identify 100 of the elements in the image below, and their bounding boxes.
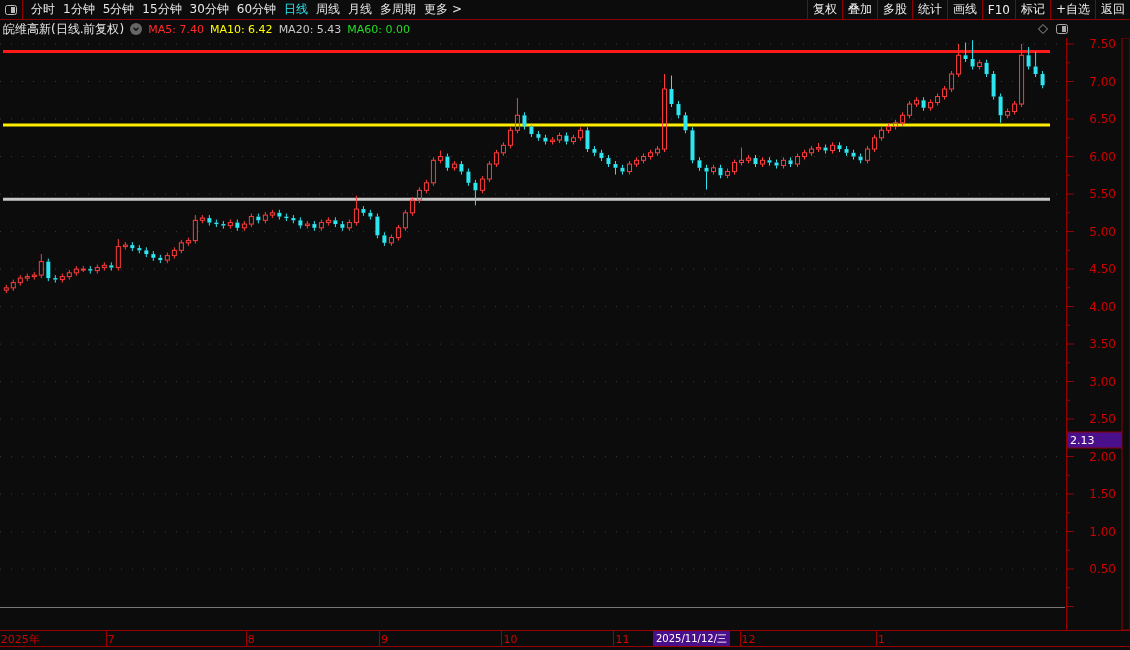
candlestick [473, 179, 478, 206]
price-label: 2.50 [1089, 412, 1116, 427]
period-tab[interactable]: 15分钟 [138, 1, 186, 18]
candlestick [788, 156, 793, 168]
candlestick [122, 241, 128, 251]
candlestick [382, 231, 387, 247]
candlestick [529, 123, 534, 138]
candlestick [325, 216, 331, 227]
candlestick [564, 132, 569, 146]
price-label: 6.50 [1089, 112, 1116, 127]
candlestick [879, 126, 885, 142]
period-tab[interactable]: 5分钟 [98, 1, 139, 18]
candlestick [115, 238, 121, 272]
candlestick [970, 39, 975, 71]
candlestick [921, 96, 926, 112]
panel-toggle-icon[interactable] [1056, 24, 1068, 34]
horizontal-line[interactable] [3, 197, 1050, 201]
candlestick [144, 246, 149, 258]
price-label: 3.50 [1089, 337, 1116, 352]
candlestick [760, 156, 766, 168]
candlestick [613, 160, 618, 176]
toolbar-button[interactable]: 标记 [1014, 0, 1050, 19]
candlestick [592, 145, 597, 157]
candlestick [963, 42, 968, 63]
date-label: 9 [380, 633, 388, 646]
candlestick [844, 145, 849, 157]
candlestick [746, 154, 752, 164]
candlestick [654, 145, 660, 157]
price-label: 1.50 [1089, 487, 1116, 502]
candlestick [830, 141, 836, 155]
candlestick [53, 274, 58, 284]
candlestick [620, 164, 625, 176]
candlestick [556, 132, 562, 144]
candlestick [669, 75, 674, 108]
candlestick [493, 149, 499, 168]
candlestick [837, 141, 842, 153]
toolbar-button[interactable]: 返回 [1095, 0, 1130, 19]
candlestick [361, 205, 366, 217]
candlestick [914, 96, 920, 108]
candlestick [269, 209, 275, 219]
candlestick [661, 73, 667, 153]
candlestick [207, 214, 212, 227]
candlestick [318, 219, 324, 232]
candlestick [10, 279, 16, 292]
candlestick [767, 156, 772, 167]
period-tab[interactable]: 月线 [344, 1, 377, 18]
period-tab[interactable]: 分时 [27, 1, 59, 18]
candlestick [500, 141, 506, 157]
toolbar-button[interactable]: 复权 [806, 0, 842, 19]
candlestick [998, 93, 1003, 124]
candlestick [445, 153, 450, 172]
candlestick [486, 160, 492, 183]
candlestick [1040, 70, 1045, 89]
date-label: 12 [741, 633, 756, 646]
candlestick [872, 134, 878, 153]
candlestick [17, 274, 23, 287]
candlestick [900, 111, 906, 127]
candlestick [375, 213, 380, 239]
toolbar-button[interactable]: F10 [981, 0, 1015, 19]
toolbar-button[interactable]: 多股 [876, 0, 912, 19]
candlestick [192, 214, 198, 245]
candlestick [199, 214, 205, 224]
candlestick [549, 136, 555, 146]
period-tab[interactable]: 1分钟 [59, 1, 99, 18]
candlestick [1012, 100, 1018, 116]
candlestick [24, 273, 30, 282]
candlestick [178, 239, 184, 254]
more-menu[interactable]: 更多 > [420, 1, 466, 18]
toolbar-button[interactable]: 画线 [946, 0, 982, 19]
period-tab[interactable]: 多周期 [376, 1, 421, 18]
candlestick [802, 149, 808, 161]
candlestick [865, 145, 871, 164]
toolbar-button[interactable]: +自选 [1049, 0, 1095, 19]
dropdown-icon[interactable] [130, 23, 143, 35]
period-tab[interactable]: 30分钟 [185, 1, 233, 18]
candlestick [893, 119, 899, 131]
date-label: 10 [503, 633, 518, 646]
period-tab[interactable]: 60分钟 [232, 1, 281, 18]
candlestick [88, 265, 93, 275]
candlestick [928, 99, 934, 112]
toolbar-button[interactable]: 统计 [911, 0, 947, 19]
candlestick [991, 70, 996, 101]
price-label: 7.50 [1089, 38, 1116, 51]
candlestick [479, 175, 485, 194]
candlestick [130, 241, 135, 252]
period-tab[interactable]: 日线 [280, 1, 313, 18]
period-tab[interactable]: 周线 [312, 1, 345, 18]
toolbar-button[interactable]: 叠加 [841, 0, 877, 19]
candlestick [66, 269, 72, 281]
candlestick [626, 160, 632, 176]
candlestick [304, 220, 310, 230]
candlestick [262, 211, 268, 224]
candlestick [809, 145, 815, 157]
price-label: 7.00 [1089, 74, 1116, 89]
candlestick [451, 160, 457, 172]
indicator-value: MA20: 5.43 [278, 22, 342, 36]
candlestick [536, 130, 541, 142]
diamond-icon[interactable] [1038, 24, 1048, 34]
candlestick [577, 126, 583, 142]
candlestick [333, 216, 338, 228]
